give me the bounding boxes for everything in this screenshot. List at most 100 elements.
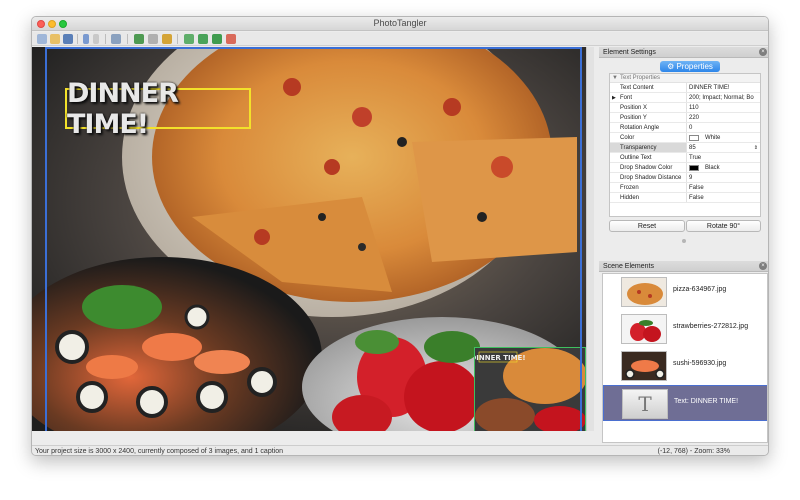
property-key: Position X	[610, 103, 687, 112]
overview-navigator[interactable]: DINNER TIME!	[474, 347, 586, 431]
panel-splitter[interactable]	[682, 239, 686, 243]
caption-text-element[interactable]: DINNER TIME!	[65, 78, 251, 140]
toolbar-separator	[177, 34, 178, 44]
image-thumbnail	[621, 351, 667, 381]
reset-button[interactable]: Reset	[609, 220, 685, 232]
property-value[interactable]: 110	[687, 103, 760, 112]
new-project-icon[interactable]	[37, 34, 47, 44]
property-row-frozen[interactable]: Frozen False	[610, 183, 760, 193]
property-key: Color	[610, 133, 687, 142]
property-value[interactable]: 9	[687, 173, 760, 182]
property-value-cell[interactable]: White	[687, 133, 760, 142]
image-thumbnail	[621, 277, 667, 307]
scene-item-strawberries[interactable]: strawberries-272812.jpg	[603, 311, 767, 347]
property-row-position-y[interactable]: Position Y 220	[610, 113, 760, 123]
property-row-text-content[interactable]: Text Content DINNER TIME!	[610, 83, 760, 93]
scene-item-sushi[interactable]: sushi-596930.jpg	[603, 348, 767, 384]
color-swatch[interactable]	[689, 164, 699, 171]
property-row-hidden[interactable]: Hidden False	[610, 193, 760, 203]
property-value: White	[705, 134, 721, 141]
collapse-triangle-icon[interactable]: ▼	[612, 74, 618, 83]
zoom-out-icon[interactable]	[226, 34, 236, 44]
rotate-90-button[interactable]: Rotate 90°	[686, 220, 761, 232]
property-key: Rotation Angle	[610, 123, 687, 132]
property-value-cell[interactable]: Black	[687, 163, 760, 172]
expand-triangle-icon[interactable]: ▶	[612, 93, 616, 103]
property-value: Black	[705, 164, 720, 171]
property-value[interactable]: True	[687, 153, 760, 162]
right-panel: Element Settings × ⚙ Properties ▼ Text P…	[599, 47, 768, 455]
property-key: Outline Text	[610, 153, 687, 162]
scene-item-label: Text: DINNER TIME!	[674, 398, 739, 405]
stepper-icon[interactable]: ⇕	[754, 143, 758, 152]
title-bar: PhotoTangler	[32, 17, 768, 31]
property-key: Text Content	[610, 83, 687, 92]
scene-item-label: pizza-634967.jpg	[673, 286, 727, 293]
property-key: Drop Shadow Color	[610, 163, 687, 172]
app-window: PhotoTangler DINNER TIME! DINNER TIME! E…	[31, 16, 769, 456]
property-key: Transparency	[610, 143, 687, 152]
property-key: Drop Shadow Distance	[610, 173, 687, 182]
element-settings-header: Element Settings ×	[599, 47, 768, 58]
gear-icon: ⚙	[667, 62, 675, 71]
scene-item-caption[interactable]: T Text: DINNER TIME!	[603, 385, 767, 421]
redo-icon[interactable]	[93, 34, 99, 44]
scene-elements-list: pizza-634967.jpg strawberries-272812.jpg…	[602, 273, 768, 443]
property-value[interactable]: False	[687, 193, 760, 202]
add-image-icon[interactable]	[134, 34, 144, 44]
fit-screen-icon[interactable]	[212, 34, 222, 44]
toolbar-separator	[127, 34, 128, 44]
property-value: 85	[689, 144, 696, 151]
property-value[interactable]: 200; Impact; Normal; Bo	[687, 93, 760, 102]
property-key: Frozen	[610, 183, 687, 192]
add-text-icon[interactable]	[148, 34, 158, 44]
layout-icon[interactable]	[111, 34, 121, 44]
color-swatch[interactable]	[689, 134, 699, 141]
property-row-rotation-angle[interactable]: Rotation Angle 0	[610, 123, 760, 133]
undo-icon[interactable]	[83, 34, 89, 44]
scene-item-label: sushi-596930.jpg	[673, 360, 727, 367]
overview-thumbnail: DINNER TIME!	[475, 348, 585, 431]
property-row-drop-shadow-color[interactable]: Drop Shadow Color Black	[610, 163, 760, 173]
element-settings-title: Element Settings	[603, 49, 656, 56]
scene-elements-title: Scene Elements	[603, 263, 654, 270]
canvas[interactable]: DINNER TIME! DINNER TIME!	[32, 47, 594, 431]
effects-icon[interactable]	[162, 34, 172, 44]
project-info-text: Your project size is 3000 x 2400, curren…	[35, 448, 283, 455]
toolbar	[32, 32, 768, 46]
canvas-scrollbar[interactable]	[586, 47, 594, 431]
property-row-outline-text[interactable]: Outline Text True	[610, 153, 760, 163]
save-project-icon[interactable]	[63, 34, 73, 44]
property-value[interactable]: 220	[687, 113, 760, 122]
property-row-position-x[interactable]: Position X 110	[610, 103, 760, 113]
property-value[interactable]: False	[687, 183, 760, 192]
toolbar-separator	[77, 34, 78, 44]
section-label: Text Properties	[620, 75, 661, 81]
text-type-icon: T	[638, 392, 652, 416]
text-thumbnail: T	[622, 389, 668, 419]
property-row-transparency[interactable]: Transparency 85 ⇕	[610, 143, 760, 153]
property-row-drop-shadow-distance[interactable]: Drop Shadow Distance 9	[610, 173, 760, 183]
text-properties-section[interactable]: ▼ Text Properties	[610, 74, 760, 83]
property-row-color[interactable]: Color White	[610, 133, 760, 143]
close-icon[interactable]: ×	[759, 262, 767, 270]
scene-elements-header: Scene Elements ×	[599, 261, 768, 272]
property-value[interactable]: 0	[687, 123, 760, 132]
zoom-in-icon[interactable]	[184, 34, 194, 44]
toolbar-separator	[105, 34, 106, 44]
image-thumbnail	[621, 314, 667, 344]
refresh-icon[interactable]	[198, 34, 208, 44]
property-value[interactable]: DINNER TIME!	[687, 83, 760, 92]
property-key: Hidden	[610, 193, 687, 202]
property-row-font[interactable]: ▶ Font 200; Impact; Normal; Bo	[610, 93, 760, 103]
scene-item-pizza[interactable]: pizza-634967.jpg	[603, 274, 767, 310]
scene-item-label: strawberries-272812.jpg	[673, 323, 749, 330]
overview-caption: DINNER TIME!	[475, 354, 526, 362]
cursor-zoom-readout: (-12, 768) - Zoom: 33%	[657, 448, 730, 455]
open-project-icon[interactable]	[50, 34, 60, 44]
property-value-cell[interactable]: 85 ⇕	[687, 143, 760, 152]
close-icon[interactable]: ×	[759, 48, 767, 56]
tab-properties[interactable]: ⚙ Properties	[660, 61, 720, 72]
window-title: PhotoTangler	[373, 18, 427, 28]
tab-properties-label: Properties	[676, 62, 713, 71]
